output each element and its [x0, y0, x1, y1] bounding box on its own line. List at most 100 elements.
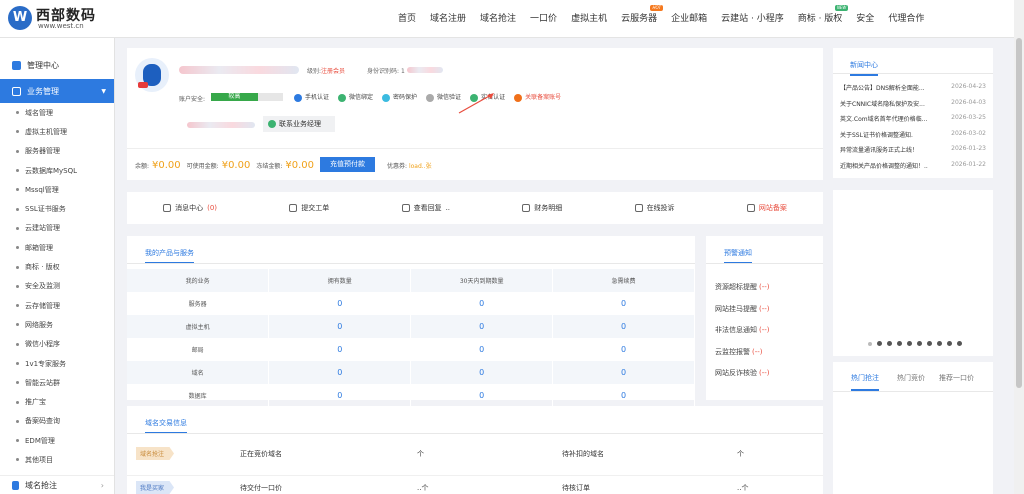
security-check-2[interactable]: 微信绑定 — [338, 92, 373, 102]
product-count[interactable]: 0 — [268, 361, 412, 384]
warning-item[interactable]: 网站挂马提醒 (--) — [715, 304, 770, 314]
trade-tag: 我是买家 — [136, 481, 175, 494]
sidebar-item[interactable]: 1v1专家服务 — [0, 354, 114, 373]
nav-virtual-host[interactable]: 虚拟主机 — [571, 11, 607, 24]
sidebar-item[interactable]: Mssql管理 — [0, 180, 114, 199]
page-scrollbar[interactable] — [1014, 0, 1024, 494]
trade-left-value[interactable]: ..个 — [417, 483, 428, 493]
sidebar-item[interactable]: 域名管理 — [0, 103, 114, 122]
carousel-dot[interactable] — [897, 341, 902, 346]
trade-right-value[interactable]: 个 — [737, 449, 744, 459]
carousel-dot[interactable] — [917, 341, 922, 346]
product-count[interactable]: 0 — [410, 338, 554, 361]
security-check-4[interactable]: 微信验证 — [426, 92, 461, 102]
carousel-dot[interactable] — [907, 341, 912, 346]
warning-item[interactable]: 非法信息通知 (--) — [715, 325, 770, 335]
nav-domain-snap[interactable]: 域名抢注 — [480, 11, 516, 24]
news-item[interactable]: 【产品公告】DNS解析全面能... 2026-04-23 — [840, 83, 986, 92]
carousel-dot[interactable] — [868, 342, 872, 346]
news-item[interactable]: 近期相关产品价格调整的通知！.. 2026-01-22 — [840, 161, 986, 170]
sidebar-item[interactable]: 安全及监测 — [0, 277, 114, 296]
sidebar-item[interactable]: 云存储管理 — [0, 296, 114, 315]
sidebar-item[interactable]: 备案码查询 — [0, 412, 114, 431]
product-count[interactable]: 0 — [268, 292, 412, 315]
nav-fixed-price[interactable]: 一口价 — [530, 11, 557, 24]
sidebar-item[interactable]: EDM管理 — [0, 431, 114, 450]
security-check-1[interactable]: 手机认证 — [294, 92, 329, 102]
sidebar-item[interactable]: 云建站管理 — [0, 219, 114, 238]
carousel-dot[interactable] — [877, 341, 882, 346]
trade-right-value[interactable]: ..个 — [737, 483, 748, 493]
product-count[interactable]: 0 — [410, 292, 554, 315]
sidebar-item[interactable]: 邮箱管理 — [0, 238, 114, 257]
product-count[interactable]: 0 — [552, 361, 695, 384]
products-title[interactable]: 我的产品与服务 — [145, 248, 194, 264]
news-date: 2026-01-22 — [951, 160, 986, 168]
quick-link-4[interactable]: 财务明细 — [522, 203, 562, 213]
recharge-button[interactable]: 充值预付款 — [320, 157, 375, 172]
product-count[interactable]: 0 — [410, 315, 554, 338]
sidebar-item[interactable]: 网络服务 — [0, 315, 114, 334]
sidebar-item[interactable]: 云数据库MySQL — [0, 161, 114, 180]
carousel-dot[interactable] — [927, 341, 932, 346]
nav-trademark[interactable]: 商标 · 版权 NEW — [798, 5, 849, 24]
sidebar-item[interactable]: 推广宝 — [0, 392, 114, 411]
product-count[interactable]: 0 — [552, 315, 695, 338]
product-count[interactable]: 0 — [410, 361, 554, 384]
sidebar-item[interactable]: 商标 · 版权 — [0, 257, 114, 276]
news-item[interactable]: 英文.Com域名首年代理价格临... 2026-03-25 — [840, 114, 986, 123]
warning-item[interactable]: 资源超标提醒 (--) — [715, 282, 770, 292]
tab-hot-bid[interactable]: 热门竞价 — [897, 373, 925, 383]
product-count[interactable]: 0 — [552, 384, 695, 407]
sidebar-item[interactable]: 智能云站群 — [0, 373, 114, 392]
sidebar-item[interactable]: 服务器管理 — [0, 142, 114, 161]
carousel-dot[interactable] — [887, 341, 892, 346]
nav-security[interactable]: 安全 — [856, 11, 874, 24]
logo-icon[interactable]: W — [8, 6, 32, 30]
quick-link-2[interactable]: 提交工单 — [289, 203, 329, 213]
product-count[interactable]: 0 — [268, 384, 412, 407]
sidebar-item[interactable]: 微信小程序 — [0, 335, 114, 354]
warning-item[interactable]: 云监控报警 (--) — [715, 347, 763, 357]
sidebar-item[interactable]: 其他项目 — [0, 450, 114, 469]
sidebar-management-center[interactable]: 管理中心 — [0, 52, 114, 78]
nav-partner[interactable]: 代理合作 — [888, 11, 924, 24]
product-count[interactable]: 0 — [410, 384, 554, 407]
nav-domain-register[interactable]: 域名注册 — [430, 11, 466, 24]
avatar[interactable] — [135, 58, 169, 92]
sidebar-domain-snap[interactable]: 域名抢注 › — [0, 475, 114, 494]
tab-hot-snap[interactable]: 热门抢注 — [851, 373, 879, 391]
warning-item[interactable]: 网站反诈核验 (--) — [715, 368, 770, 378]
quick-link-6[interactable]: 网站备案 — [746, 203, 787, 213]
product-count[interactable]: 0 — [552, 338, 695, 361]
nav-home[interactable]: 首页 — [398, 11, 416, 24]
nav-cloud-server[interactable]: 云服务器 HOT — [621, 5, 664, 24]
product-count[interactable]: 0 — [552, 292, 695, 315]
carousel-dot[interactable] — [947, 341, 952, 346]
news-item[interactable]: 异常流量通讯服务正式上线！ 2026-01-23 — [840, 145, 986, 154]
quick-link-1[interactable]: 消息中心 (0) — [163, 203, 217, 213]
tab-recommend-fixed[interactable]: 推荐一口价 — [939, 373, 974, 383]
security-check-3[interactable]: 密码保护 — [382, 92, 417, 102]
contact-manager-button[interactable]: 联系业务经理 — [263, 116, 335, 132]
quick-link-3[interactable]: 查看回复 .. — [401, 203, 450, 213]
trade-left-value[interactable]: 个 — [417, 449, 424, 459]
carousel-dot[interactable] — [937, 341, 942, 346]
sidebar-item[interactable]: SSL证书服务 — [0, 199, 114, 218]
id-prefix: 1 — [400, 68, 405, 75]
product-count[interactable]: 0 — [268, 338, 412, 361]
product-count[interactable]: 0 — [268, 315, 412, 338]
security-check-6[interactable]: 关联备案账号 — [514, 92, 561, 102]
quick-link-5[interactable]: 在线投诉 — [634, 203, 675, 213]
sidebar-item[interactable]: 虚拟主机管理 — [0, 122, 114, 141]
warnings-title[interactable]: 预警通知 — [724, 248, 752, 264]
news-item[interactable]: 关于SSL证书价格调整通知. 2026-03-02 — [840, 130, 986, 139]
trade-title[interactable]: 域名交易信息 — [145, 418, 187, 434]
coupon-value[interactable]: load..张 — [409, 163, 432, 170]
scrollbar-thumb[interactable] — [1016, 38, 1022, 388]
news-item[interactable]: 关于CNNIC域名隐私保护及安... 2026-04-03 — [840, 99, 986, 108]
sidebar-business-management[interactable]: 业务管理 ▼ — [0, 79, 114, 103]
nav-site-builder[interactable]: 云建站 · 小程序 — [721, 11, 784, 24]
nav-enterprise-mail[interactable]: 企业邮箱 — [671, 11, 707, 24]
carousel-dot[interactable] — [957, 341, 962, 346]
